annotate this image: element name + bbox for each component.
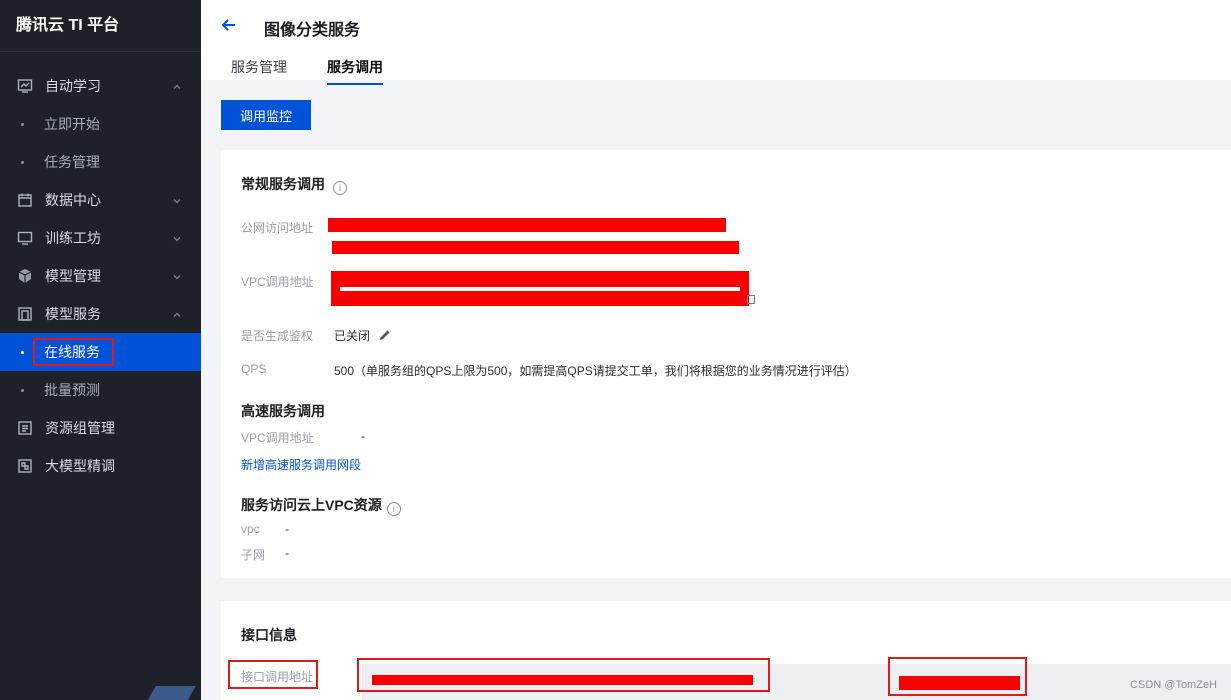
redacted-public-address-2	[332, 241, 739, 254]
redacted-endpoint	[372, 675, 753, 685]
sidebar-item-label: 资源组管理	[45, 420, 115, 436]
sidebar-item-model-management[interactable]: 模型管理	[0, 257, 201, 295]
vpc-value: -	[285, 522, 289, 536]
calendar-icon	[17, 192, 33, 208]
sidebar-subitem-start[interactable]: 立即开始	[0, 105, 201, 143]
sidebar-subitem-batch-predict[interactable]: 批量预测	[0, 371, 201, 409]
cube-icon	[17, 268, 33, 284]
page-header: 图像分类服务 服务管理 服务调用	[201, 0, 1231, 85]
add-highspeed-segment-link[interactable]: 新增高速服务调用网段	[241, 456, 361, 473]
edit-pencil-icon[interactable]	[379, 329, 391, 341]
sidebar-item-resource-groups[interactable]: 资源组管理	[0, 409, 201, 447]
bullet-dot	[21, 122, 24, 126]
sidebar-item-label: 模型管理	[45, 268, 101, 284]
section-title-api: 接口信息	[241, 627, 297, 643]
monitor-icon	[17, 230, 33, 246]
section-title-cloud-vpc: 服务访问云上VPC资源 i	[241, 495, 401, 516]
copy-icon	[17, 306, 33, 322]
redaction-gap	[340, 287, 740, 291]
auth-label: 是否生成鉴权	[241, 329, 314, 343]
sidebar-item-label: 立即开始	[44, 116, 100, 132]
vpc-label: vpc	[241, 522, 260, 536]
list-icon	[17, 420, 33, 436]
tab-service-management[interactable]: 服务管理	[231, 57, 287, 83]
sidebar-item-llm-tuning[interactable]: 大模型精调	[0, 447, 201, 485]
sidebar-item-auto-learning[interactable]: 自动学习	[0, 67, 201, 105]
qps-label: QPS	[241, 362, 267, 376]
sidebar-item-training[interactable]: 训练工坊	[0, 219, 201, 257]
api-info-card: 接口信息 接口调用地址	[221, 601, 1231, 700]
auth-value: 已关闭	[334, 327, 391, 344]
sidebar-item-label: 任务管理	[44, 154, 100, 170]
sidebar-item-label: 大模型精调	[45, 458, 115, 474]
watermark: CSDN @TomZeH	[1130, 679, 1217, 691]
public-address-label: 公网访问地址	[241, 221, 314, 235]
endpoint-label: 接口调用地址	[241, 670, 314, 684]
page-title: 图像分类服务	[264, 22, 361, 39]
copy-icon[interactable]	[747, 295, 755, 304]
redacted-endpoint-2	[899, 676, 1020, 690]
tab-service-invocation[interactable]: 服务调用	[327, 57, 383, 85]
chevron-down-icon	[171, 270, 183, 282]
bullet-dot	[21, 350, 24, 354]
info-icon[interactable]: i	[333, 181, 347, 195]
sidebar-item-label: 自动学习	[45, 78, 101, 94]
monitor-chart-icon	[17, 78, 33, 94]
chevron-down-icon	[171, 194, 183, 206]
subnet-label: 子网	[241, 548, 266, 562]
section-title-highspeed: 高速服务调用	[241, 403, 325, 419]
subnet-value: -	[285, 546, 289, 560]
auth-status-text: 已关闭	[334, 329, 371, 343]
section-title-regular: 常规服务调用 i	[241, 174, 347, 195]
sidebar-nav: 自动学习 立即开始 任务管理 数据中心 训练工坊 模型管理 模型服务 在线服务 …	[0, 52, 201, 485]
sidebar-item-label: 批量预测	[44, 382, 100, 398]
sidebar-item-label: 模型服务	[45, 306, 101, 322]
sidebar-item-label: 训练工坊	[45, 230, 101, 246]
info-icon[interactable]: i	[386, 502, 401, 516]
sidebar: 腾讯云 TI 平台 自动学习 立即开始 任务管理 数据中心 训练工坊 模型管理 …	[0, 0, 201, 700]
section-title-text: 常规服务调用	[241, 176, 325, 192]
tune-icon	[17, 458, 33, 474]
vpc-address-label: VPC调用地址	[241, 275, 314, 289]
qps-value: 500（单服务组的QPS上限为500，如需提高QPS请提交工单，我们将根据您的业…	[334, 364, 857, 378]
brand-logo[interactable]: 腾讯云 TI 平台	[0, 0, 201, 52]
sidebar-subitem-tasks[interactable]: 任务管理	[0, 143, 201, 181]
bullet-dot	[21, 388, 24, 392]
back-arrow-icon[interactable]	[220, 16, 238, 34]
highspeed-vpc-label: VPC调用地址	[241, 431, 314, 445]
highspeed-vpc-value: -	[361, 429, 365, 443]
sidebar-decoration	[144, 686, 196, 700]
sidebar-item-label: 在线服务	[44, 344, 100, 360]
sidebar-item-label: 数据中心	[45, 192, 101, 208]
chevron-up-icon	[171, 80, 183, 92]
bullet-dot	[21, 160, 24, 164]
call-monitor-button[interactable]: 调用监控	[221, 100, 311, 130]
sidebar-item-model-service[interactable]: 模型服务	[0, 295, 201, 333]
chevron-down-icon	[171, 232, 183, 244]
sidebar-item-data-center[interactable]: 数据中心	[0, 181, 201, 219]
redacted-public-address	[328, 218, 726, 232]
chevron-up-icon	[171, 308, 183, 320]
sidebar-subitem-online-service[interactable]: 在线服务	[0, 333, 201, 371]
service-invocation-card: 常规服务调用 i 公网访问地址 VPC调用地址 是否生成鉴权 已关闭 QPS 50…	[221, 150, 1231, 578]
section-title-text: 服务访问云上VPC资源	[241, 497, 382, 513]
